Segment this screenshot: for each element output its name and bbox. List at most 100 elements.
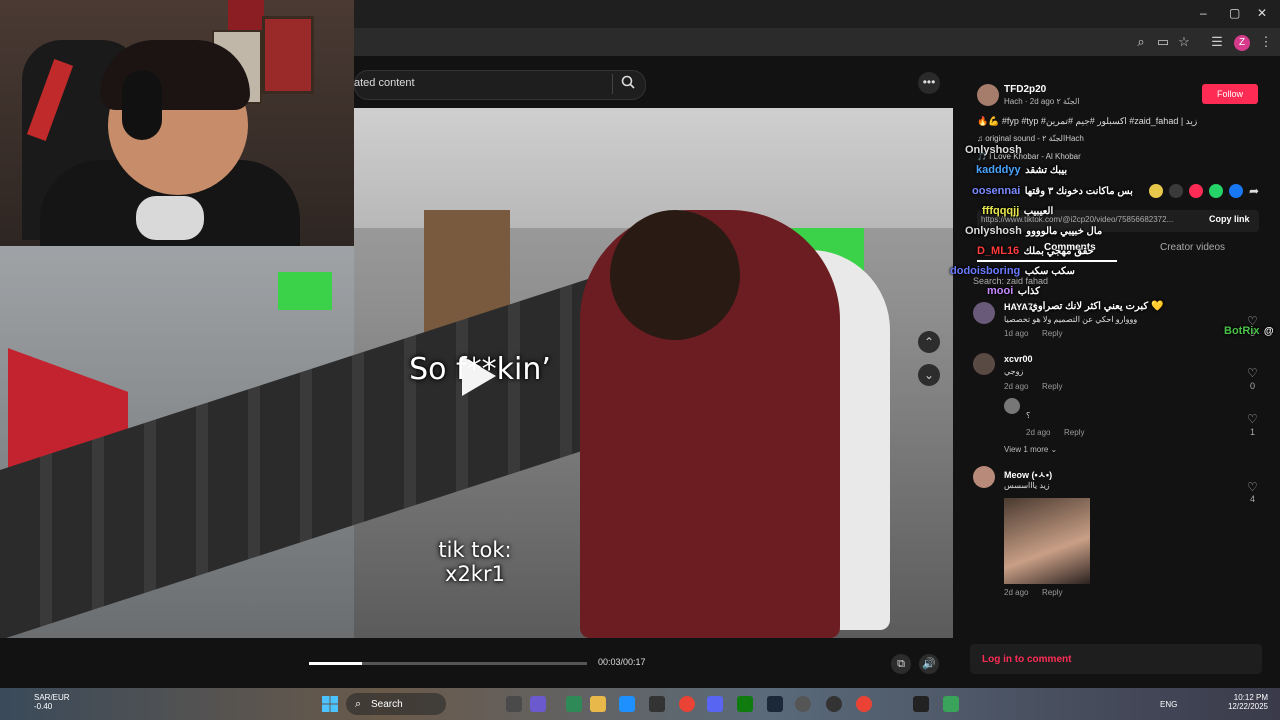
chat-username: BotRix: [1224, 325, 1260, 337]
reply-button[interactable]: Reply: [1064, 428, 1084, 437]
time-display: 00:03/00:17: [598, 657, 646, 667]
chat-text: مال خبيبي مالوووو: [1026, 226, 1103, 237]
play-icon[interactable]: [462, 356, 496, 396]
search-divider: [612, 74, 613, 94]
chat-username: oosennai: [972, 185, 1021, 197]
comment-time: 2d ago: [1004, 588, 1029, 597]
comment-avatar[interactable]: [973, 353, 995, 375]
menu-kebab-icon[interactable]: ⋮: [1258, 34, 1274, 50]
post-description: 🔥💪 #fyp #typ #اكسبلور #جيم #تمرين #zaid_…: [977, 116, 1198, 126]
chat-message: Onlyshosh: [965, 140, 1022, 158]
edge-icon[interactable]: [619, 696, 635, 712]
language-indicator[interactable]: ENG: [1160, 700, 1177, 709]
chrome-icon[interactable]: [679, 696, 695, 712]
wall-frame: [262, 16, 314, 94]
xbox-icon[interactable]: [737, 696, 753, 712]
maximize-button[interactable]: ▢: [1229, 6, 1240, 20]
app-icon[interactable]: [943, 696, 959, 712]
chat-username: D_ML16: [977, 245, 1020, 257]
steam-icon[interactable]: [767, 696, 783, 712]
chat-message: fffqqqjj العيبيب: [982, 201, 1053, 219]
cast-icon[interactable]: ▭: [1155, 34, 1171, 50]
chat-username: mooi: [987, 285, 1014, 297]
login-to-comment-link[interactable]: Log in to comment: [982, 654, 1071, 665]
embed-icon[interactable]: [1169, 184, 1183, 198]
task-view-icon[interactable]: [506, 696, 522, 712]
progress-bar-fill: [309, 662, 362, 665]
comment-time: 1d ago: [1004, 329, 1029, 338]
chat-text: بيبك تشقد: [1025, 165, 1068, 176]
app-icon[interactable]: [795, 696, 811, 712]
reply-avatar[interactable]: [1004, 398, 1020, 414]
author-avatar[interactable]: [977, 84, 999, 106]
video-caption-line: x2kr1: [445, 562, 505, 586]
follow-button[interactable]: Follow: [1202, 84, 1258, 104]
chat-text: كذاب: [1017, 286, 1040, 297]
search-input-text: ated content: [354, 77, 415, 89]
tab-creator-videos[interactable]: Creator videos: [1160, 242, 1225, 253]
media-icon[interactable]: [913, 696, 929, 712]
whatsapp-icon[interactable]: [1209, 184, 1223, 198]
chat-text: العيبيب: [1023, 206, 1054, 217]
video-caption-bottom: tik tok: x2kr1: [410, 538, 540, 586]
comment-text: زوجي: [1004, 367, 1024, 376]
video-caption-line: tik tok:: [438, 538, 512, 562]
facebook-icon[interactable]: [1229, 184, 1243, 198]
next-video-button[interactable]: ⌄: [918, 364, 940, 386]
chrome-icon[interactable]: [856, 696, 872, 712]
system-clock[interactable]: 10:12 PM 12/22/2025: [1218, 693, 1268, 711]
minimize-button[interactable]: –: [1200, 6, 1207, 20]
zoom-icon[interactable]: ⌕: [1133, 34, 1149, 50]
pip-icon[interactable]: ⧉: [891, 654, 911, 674]
microphone: [136, 196, 204, 240]
discord-icon[interactable]: [707, 696, 723, 712]
send-icon[interactable]: [1189, 184, 1203, 198]
heart-icon[interactable]: ♡: [1247, 366, 1258, 380]
author-name[interactable]: TFD2p20: [1004, 84, 1046, 95]
chat-username: Onlyshosh: [965, 144, 1022, 156]
taskbar-widget[interactable]: SAR/EUR -0.40: [34, 693, 70, 711]
obs-icon[interactable]: [826, 696, 842, 712]
like-count: 1: [1250, 427, 1256, 437]
comment-avatar[interactable]: [973, 466, 995, 488]
emoji-icon[interactable]: [1149, 184, 1163, 198]
clock-time: 10:12 PM: [1233, 693, 1268, 702]
view-more-replies[interactable]: View 1 more ⌄: [1004, 445, 1057, 454]
chat-message: dodoisboring سكب سكب: [950, 261, 1075, 279]
comment-author[interactable]: Meow (•ㅅ•): [1004, 468, 1052, 481]
share-arrow-icon[interactable]: ➦: [1249, 184, 1259, 198]
store-icon[interactable]: [649, 696, 665, 712]
reply-button[interactable]: Reply: [1042, 588, 1062, 597]
chat-message: BotRix @: [1224, 321, 1274, 339]
chat-message: D_ML16 حقق مهجي بملك: [977, 241, 1094, 259]
reply-button[interactable]: Reply: [1042, 329, 1062, 338]
chat-text: @: [1263, 326, 1274, 337]
chat-text: سكب سكب: [1024, 266, 1075, 277]
file-explorer-icon[interactable]: [590, 696, 606, 712]
chat-username: fffqqqjj: [982, 205, 1020, 217]
bookmark-star-icon[interactable]: ☆: [1176, 34, 1192, 50]
reply-text: ؟: [1026, 411, 1031, 420]
chat-message: kadddyy بيبك تشقد: [976, 160, 1067, 178]
widget-line: SAR/EUR: [34, 693, 70, 702]
app-icon[interactable]: [566, 696, 582, 712]
search-icon[interactable]: [620, 74, 636, 90]
comment-photo[interactable]: [1004, 498, 1090, 584]
volume-icon[interactable]: 🔊: [919, 654, 939, 674]
more-options-button[interactable]: •••: [918, 72, 940, 94]
profile-avatar[interactable]: Z: [1234, 35, 1250, 51]
heart-icon[interactable]: ♡: [1247, 412, 1258, 426]
app-icon[interactable]: [530, 696, 546, 712]
previous-video-button[interactable]: ⌃: [918, 331, 940, 353]
windows-start-icon[interactable]: [322, 696, 338, 712]
close-button[interactable]: ✕: [1257, 6, 1267, 20]
reading-list-icon[interactable]: ☰: [1209, 34, 1225, 50]
clock-date: 12/22/2025: [1227, 702, 1268, 711]
comment-avatar[interactable]: [973, 302, 995, 324]
copy-link-button[interactable]: Copy link: [1209, 214, 1250, 224]
comment-text: كبرت يعني اكثر لانك تصراوي 💛: [1030, 301, 1164, 312]
reply-time: 2d ago: [1026, 428, 1051, 437]
reply-button[interactable]: Reply: [1042, 382, 1062, 391]
comment-author[interactable]: xcvr00: [1004, 354, 1033, 364]
heart-icon[interactable]: ♡: [1247, 480, 1258, 494]
